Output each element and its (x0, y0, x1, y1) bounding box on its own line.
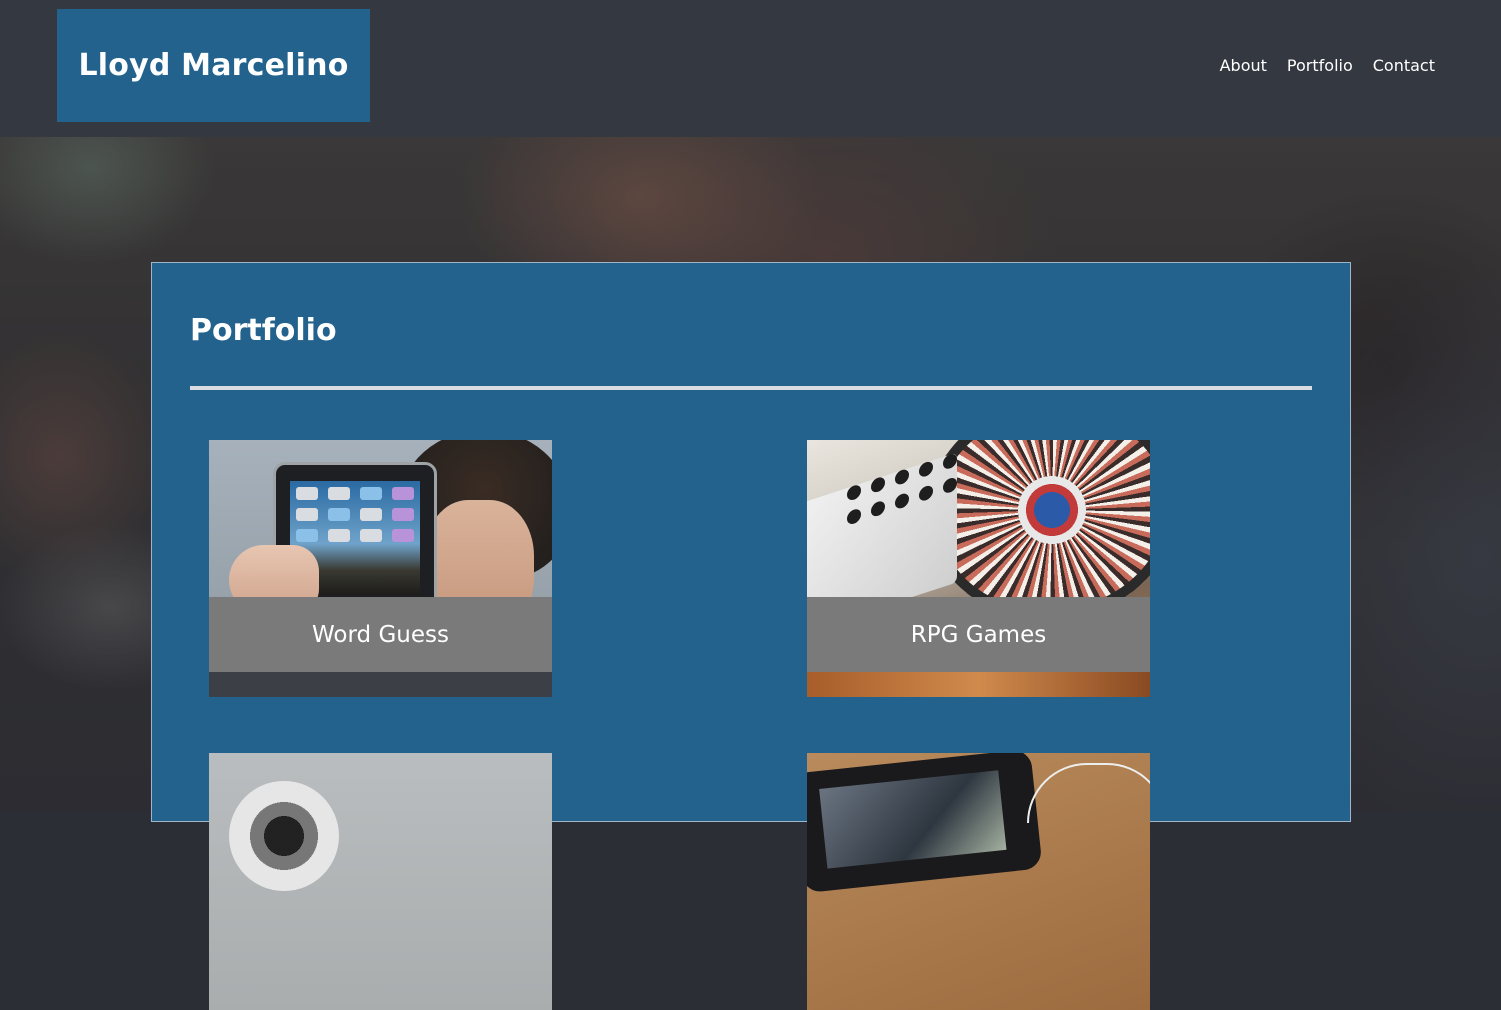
portfolio-section: Portfolio Word Guess RPG Games (151, 262, 1351, 1010)
portfolio-caption: RPG Games (807, 597, 1150, 672)
site-header: Lloyd Marcelino About Portfolio Contact (0, 0, 1501, 137)
portfolio-thumbnail (807, 753, 1150, 1010)
nav-portfolio[interactable]: Portfolio (1287, 56, 1353, 75)
brand-logo[interactable]: Lloyd Marcelino (57, 9, 370, 122)
portfolio-card-3[interactable] (209, 753, 552, 1010)
portfolio-thumbnail (209, 753, 552, 1010)
nav-contact[interactable]: Contact (1373, 56, 1435, 75)
portfolio-card-4[interactable] (807, 753, 1150, 1010)
portfolio-card-rpg-games[interactable]: RPG Games (807, 440, 1150, 697)
section-divider (190, 386, 1312, 390)
section-title: Portfolio (190, 313, 337, 348)
nav-about[interactable]: About (1220, 56, 1267, 75)
portfolio-caption: Word Guess (209, 597, 552, 672)
portfolio-card-word-guess[interactable]: Word Guess (209, 440, 552, 697)
main-nav: About Portfolio Contact (1220, 56, 1435, 75)
